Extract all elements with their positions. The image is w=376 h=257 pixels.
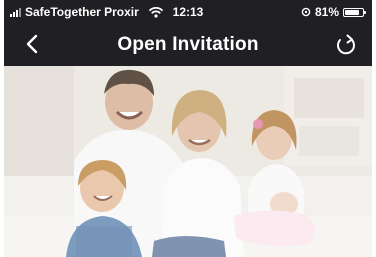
battery-icon <box>343 7 366 17</box>
family-photo <box>4 66 372 257</box>
refresh-icon[interactable] <box>334 32 358 56</box>
page-title: Open Invitation <box>117 34 259 55</box>
navigation-bar: Open Invitation <box>4 24 372 66</box>
status-right: 81% <box>301 5 366 19</box>
family-illustration <box>4 66 372 257</box>
app-screen: SafeTogether Proxir 12:13 81% Open Invit… <box>4 0 372 257</box>
battery-percent: 81% <box>314 5 339 19</box>
orientation-lock-icon <box>301 7 311 17</box>
status-bar: SafeTogether Proxir 12:13 81% <box>4 0 372 24</box>
battery-fill <box>345 9 359 15</box>
